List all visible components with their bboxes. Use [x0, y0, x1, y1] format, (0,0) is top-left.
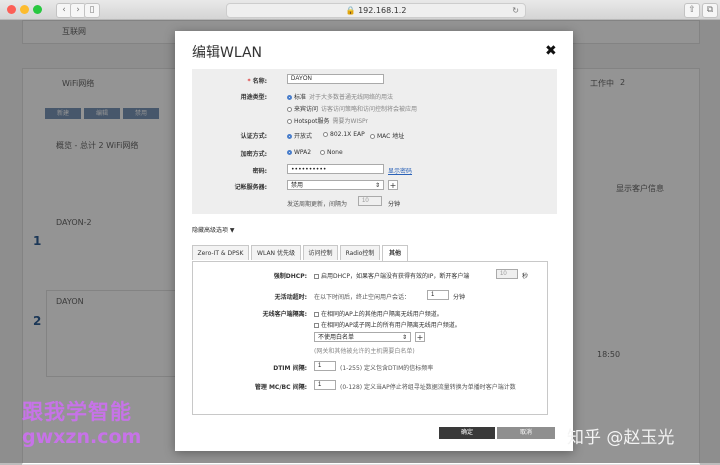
edit-wlan-dialog: 编辑WLAN ✖ *名称: 用途类型: 标准对于大多数普通无线网络的用法 来宾访…	[175, 31, 573, 451]
select-arrow-icon: ⇕	[401, 334, 407, 341]
name-input[interactable]	[287, 74, 384, 84]
accounting-select[interactable]: 禁用 ⇕	[287, 180, 384, 190]
dhcp-timeout-input[interactable]	[496, 269, 518, 279]
whitelist-hint: (网关和其他被允许的主机需要白名单)	[314, 348, 415, 355]
lock-icon: 🔒	[345, 6, 356, 15]
dhcp-checkbox[interactable]: 启用DHCP，如果客户端没有获得有效的IP，断开客户端	[314, 271, 469, 280]
address-text: 192.168.1.2	[358, 6, 407, 15]
cancel-button[interactable]: 取消	[497, 427, 555, 439]
mcbc-label: 管理 MC/BC 间隔:	[254, 384, 307, 391]
add-whitelist-button[interactable]: +	[415, 332, 425, 342]
usage-option-hotspot[interactable]: Hotspot服务 需要为WISPr	[287, 116, 368, 125]
close-icon[interactable]: ✖	[545, 43, 557, 59]
periodic-update-label: 发送周期更新，间隔为	[287, 201, 348, 208]
hide-advanced-toggle[interactable]: 隐藏高级选项 ▼	[192, 225, 235, 234]
watermark-url: gwxzn.com	[22, 426, 142, 448]
auth-label: 认证方式:	[240, 133, 267, 140]
close-window-button[interactable]	[7, 5, 16, 14]
tab-other[interactable]: 其他	[382, 245, 408, 261]
usage-option-guest[interactable]: 来宾访问 访客访问策略和访问控制将会被应用	[287, 104, 417, 113]
tab-zero-it[interactable]: Zero-IT & DPSK	[192, 245, 249, 260]
reload-icon[interactable]: ↻	[512, 4, 519, 17]
dialog-title: 编辑WLAN	[192, 45, 263, 61]
encrypt-option-wpa2[interactable]: WPA2	[287, 149, 311, 156]
idle-timeout-label: 无活动超时:	[274, 294, 307, 301]
auth-option-eap[interactable]: 802.1X EAP	[323, 131, 365, 138]
dtim-label: DTIM 间隔:	[273, 365, 307, 372]
whitelist-select[interactable]: 不使用白名单 ⇕	[314, 332, 411, 342]
sidebar-icon[interactable]: ▯	[84, 3, 100, 18]
encrypt-label: 加密方式:	[240, 151, 267, 158]
mcbc-description: (0-128) 定义当AP停止将组寻址数据流量转换为单播时客户端计数	[340, 384, 516, 391]
tab-access-control[interactable]: 访问控制	[303, 245, 338, 260]
dhcp-unit: 秒	[522, 273, 529, 280]
browser-toolbar: ‹ › ▯ 🔒 192.168.1.2 ↻ ⇧ ⧉	[0, 0, 720, 20]
interval-unit: 分钟	[388, 201, 401, 208]
basic-settings-form: *名称: 用途类型: 标准对于大多数普通无线网络的用法 来宾访问访客访问策略和访…	[192, 69, 557, 214]
address-bar[interactable]: 🔒 192.168.1.2 ↻	[226, 3, 526, 18]
auth-option-mac[interactable]: MAC 地址	[370, 131, 404, 140]
encrypt-option-none[interactable]: None	[320, 149, 343, 156]
dtim-input[interactable]	[314, 361, 336, 371]
zoom-window-button[interactable]	[33, 5, 42, 14]
tabs-icon[interactable]: ⧉	[702, 3, 718, 18]
ok-button[interactable]: 确定	[439, 427, 495, 439]
share-icon[interactable]: ⇧	[684, 3, 700, 18]
idle-timeout-input[interactable]	[427, 290, 449, 300]
dhcp-label: 强制DHCP:	[273, 273, 307, 280]
isolation-label: 无线客户端隔离:	[262, 311, 307, 318]
tab-wlan-priority[interactable]: WLAN 优先级	[251, 245, 301, 260]
interval-input[interactable]	[358, 196, 382, 206]
select-arrow-icon: ⇕	[374, 182, 380, 189]
show-password-link[interactable]: 显示密码	[388, 166, 412, 175]
password-label: 密码:	[252, 168, 267, 175]
isolation-subnet-checkbox[interactable]: 在相同的AP或子网上的所有用户隔离无线用户频道。	[314, 320, 461, 329]
isolation-same-ap-checkbox[interactable]: 在相同的AP上的其他用户隔离无线用户频道。	[314, 309, 443, 318]
usage-option-standard[interactable]: 标准 对于大多数普通无线网络的用法	[287, 92, 393, 101]
idle-timeout-text: 在以下时间后，终止空闲用户会话：	[314, 294, 411, 301]
dtim-description: (1-255) 定义包含DTIM的信标频率	[340, 365, 434, 372]
usage-label: 用途类型:	[240, 94, 267, 101]
name-label: * 名称:	[247, 78, 267, 85]
tab-radio-control[interactable]: Radio控制	[340, 245, 380, 260]
watermark-title: 跟我学智能	[22, 400, 132, 424]
mcbc-input[interactable]	[314, 380, 336, 390]
password-input[interactable]: ••••••••••	[287, 164, 384, 174]
idle-timeout-unit: 分钟	[453, 294, 466, 301]
auth-option-open[interactable]: 开放式	[287, 131, 312, 140]
add-accounting-button[interactable]: +	[388, 180, 398, 190]
other-tab-panel: 强制DHCP: 启用DHCP，如果客户端没有获得有效的IP，断开客户端 秒 无活…	[192, 261, 548, 415]
watermark-zhihu: 知乎 @赵玉光	[567, 428, 675, 448]
accounting-label: 记帐服务器:	[234, 184, 267, 191]
minimize-window-button[interactable]	[20, 5, 29, 14]
